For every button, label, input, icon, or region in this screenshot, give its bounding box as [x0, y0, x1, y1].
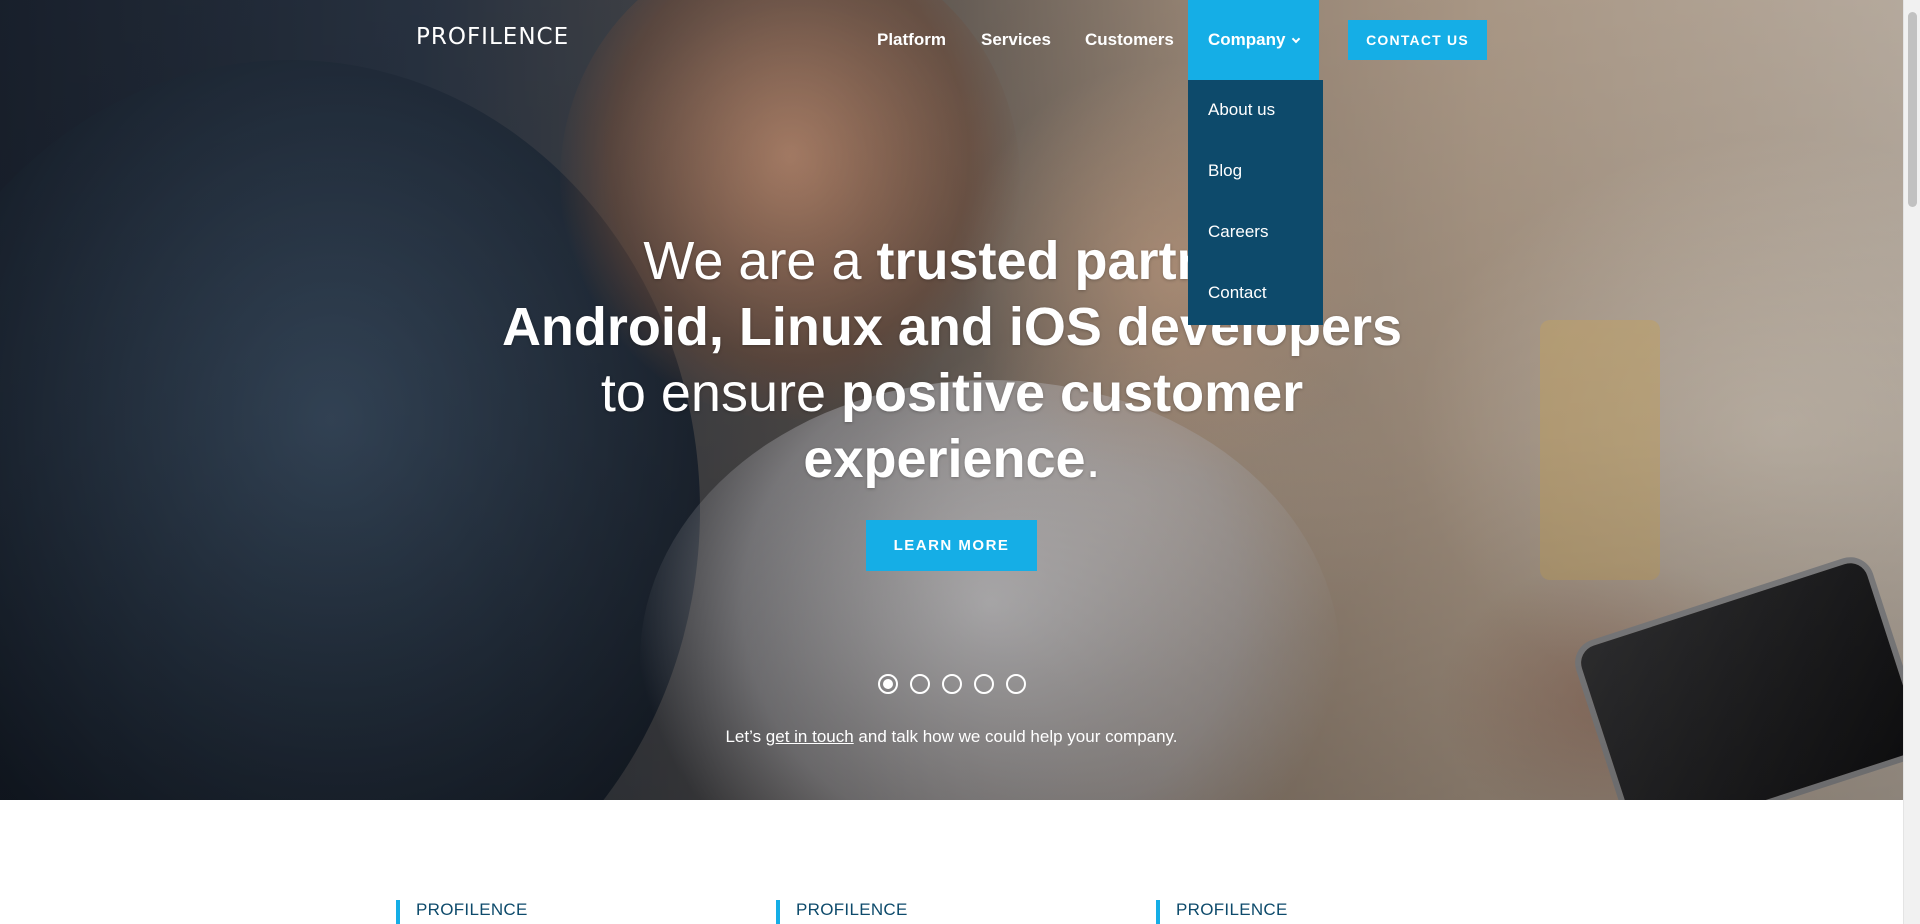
page-scrollbar[interactable]: [1903, 0, 1920, 924]
headline-line1-light: We are a: [643, 231, 877, 291]
site-logo[interactable]: PROFILENCE: [416, 24, 569, 50]
feature-title-2: PROFILENCE: [796, 900, 908, 919]
get-in-touch-link[interactable]: get in touch: [766, 727, 854, 746]
feature-column-2: PROFILENCE: [776, 900, 908, 924]
feature-column-1: PROFILENCE: [396, 900, 528, 924]
dropdown-item-about-us[interactable]: About us: [1188, 80, 1323, 141]
headline-line4-end: .: [1085, 429, 1101, 489]
feature-title-1: PROFILENCE: [416, 900, 528, 919]
slider-dot-4[interactable]: [974, 674, 994, 694]
tagline-text-after: and talk how we could help your company.: [853, 727, 1178, 746]
nav-item-company[interactable]: Company: [1188, 0, 1320, 80]
hero-banner: PROFILENCE Platform Services Customers C…: [0, 0, 1903, 800]
slider-dot-3[interactable]: [942, 674, 962, 694]
learn-more-button[interactable]: LEARN MORE: [866, 520, 1037, 571]
nav-item-customers[interactable]: Customers: [1085, 0, 1174, 80]
headline-line3-bold: positive customer: [841, 363, 1304, 423]
dropdown-item-contact[interactable]: Contact: [1188, 263, 1323, 324]
dropdown-item-careers[interactable]: Careers: [1188, 202, 1323, 263]
nav-item-services[interactable]: Services: [981, 0, 1051, 80]
slider-dot-2[interactable]: [910, 674, 930, 694]
dropdown-item-blog[interactable]: Blog: [1188, 141, 1323, 202]
nav-item-platform[interactable]: Platform: [877, 0, 946, 80]
feature-title-3: PROFILENCE: [1176, 900, 1288, 919]
nav-item-company-label: Company: [1208, 30, 1286, 49]
scrollbar-thumb[interactable]: [1908, 12, 1917, 207]
hero-tagline: Let’s get in touch and talk how we could…: [0, 727, 1903, 747]
tagline-text-before: Let’s: [725, 727, 766, 746]
slider-dot-1[interactable]: [878, 674, 898, 694]
features-section: PROFILENCE PROFILENCE PROFILENCE: [0, 800, 1903, 924]
feature-column-3: PROFILENCE: [1156, 900, 1288, 924]
headline-line4-bold: experience: [803, 429, 1086, 489]
slider-dot-5[interactable]: [1006, 674, 1026, 694]
headline-line3-light: to ensure: [600, 363, 841, 423]
hero-content: PROFILENCE Platform Services Customers C…: [0, 0, 1903, 800]
contact-us-button[interactable]: CONTACT US: [1348, 20, 1487, 60]
chevron-down-icon: [1292, 34, 1301, 44]
company-dropdown-menu: About us Blog Careers Contact: [1188, 80, 1323, 325]
